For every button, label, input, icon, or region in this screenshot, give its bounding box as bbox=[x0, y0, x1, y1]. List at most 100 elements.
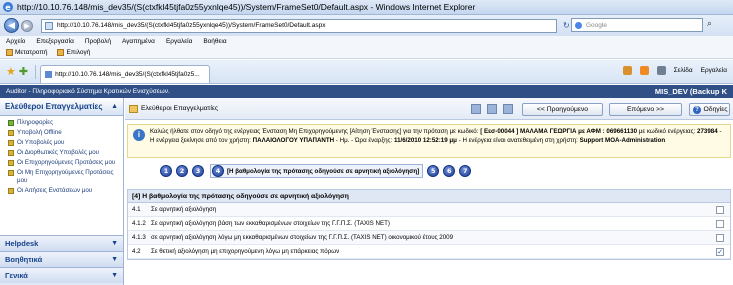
sidebar-item-not-funded[interactable]: Οι Μη Επιχορηγούμενες Προτάσεις μου bbox=[8, 169, 119, 184]
folder-icon bbox=[8, 150, 14, 156]
expand-icon: ▼ bbox=[111, 272, 118, 279]
sidebar-panel-title: Ελεύθεροι Επαγγελματίες bbox=[5, 102, 103, 111]
step-2[interactable]: 2 bbox=[176, 165, 188, 177]
window-titlebar: e http://10.10.76.148/mis_dev35/(S(ctxfk… bbox=[0, 0, 733, 15]
step-4: 4 bbox=[212, 165, 224, 177]
select-icon bbox=[57, 49, 65, 56]
previous-button[interactable]: << Προηγούμενο bbox=[522, 103, 603, 116]
tab-separator bbox=[35, 64, 37, 79]
search-icon[interactable]: ⌕ bbox=[707, 19, 719, 31]
table-row: 4.1.2 Σε αρνητική αξιολόγηση βάση των εκ… bbox=[128, 217, 730, 231]
folder-icon bbox=[8, 187, 14, 194]
internet-explorer-icon: e bbox=[3, 2, 13, 12]
menu-edit[interactable]: Επεξεργασία bbox=[36, 38, 73, 45]
row-text: Σε αρνητική αξιολόγηση bbox=[151, 206, 217, 213]
links-bar: Μετατροπή Επιλογή bbox=[0, 47, 733, 59]
convert-button[interactable]: Μετατροπή bbox=[6, 49, 47, 56]
browser-tab[interactable]: http://10.10.76.148/mis_dev35/(S(ctxfkl4… bbox=[40, 64, 211, 83]
tab-favicon-icon bbox=[45, 70, 53, 78]
forward-button[interactable]: ▶ bbox=[21, 19, 33, 32]
start-date: 11/6/2010 12:52:19 μμ bbox=[393, 136, 457, 144]
url-field[interactable]: http://10.10.76.148/mis_dev35/(S(ctxfkl4… bbox=[41, 18, 557, 33]
expand-icon: ▼ bbox=[111, 256, 118, 263]
step-6[interactable]: 6 bbox=[443, 165, 456, 177]
feeds-icon[interactable] bbox=[639, 66, 649, 75]
row-number: 4.1.3 bbox=[132, 234, 146, 241]
row-text: σε αρνητική αξιολόγηση λόγω μη εκκαθαρισ… bbox=[151, 234, 454, 241]
folder-icon bbox=[8, 130, 14, 136]
sidebar-panel-header[interactable]: Ελεύθεροι Επαγγελματίες ▲ bbox=[0, 98, 123, 116]
row-checkbox[interactable] bbox=[716, 220, 724, 228]
active-step-label: [Η βαθμολογία της πρότασης οδηγούσε σε α… bbox=[227, 167, 420, 175]
app-title: Auditor - Πληροφοριακό Σύστημα Κρατικών … bbox=[6, 88, 170, 95]
row-checkbox[interactable]: ✓ bbox=[716, 248, 724, 256]
active-step[interactable]: 4 [Η βαθμολογία της πρότασης οδηγούσε σε… bbox=[210, 164, 424, 178]
sidebar-item-submissions[interactable]: Οι Υποβολές μου bbox=[8, 139, 119, 147]
app-header: Auditor - Πληροφοριακό Σύστημα Κρατικών … bbox=[0, 85, 733, 98]
sidebar-menu: Πληροφορίες Υποβολή Offline Οι Υποβολές … bbox=[0, 116, 123, 235]
row-text: Σε θετική αξιολόγηση μη επιχορηγούμενη λ… bbox=[151, 248, 340, 255]
page-title: Ελεύθεροι Επαγγελματίες bbox=[141, 105, 219, 112]
sidebar-item-objections[interactable]: Οι Αιτήσεις Ενστάσεων μου bbox=[8, 187, 119, 195]
question-table: [4] Η βαθμολογία της πρότασης οδηγούσε σ… bbox=[127, 189, 731, 260]
url-text: http://10.10.76.148/mis_dev35/(S(ctxfkl4… bbox=[57, 22, 326, 29]
tools-menu[interactable]: Εργαλεία bbox=[701, 67, 727, 74]
row-number: 4.2 bbox=[132, 248, 141, 255]
sidebar-section-helpdesk[interactable]: Helpdesk ▼ bbox=[0, 235, 123, 251]
row-checkbox[interactable] bbox=[716, 206, 724, 214]
print-icon[interactable] bbox=[656, 66, 666, 75]
row-number: 4.1 bbox=[132, 206, 141, 213]
menu-favorites[interactable]: Αγαπημένα bbox=[122, 38, 155, 45]
sidebar-item-funded[interactable]: Οι Επιχορηγούμενες Προτάσεις μου bbox=[8, 159, 119, 167]
address-bar: ◀ ▶ http://10.10.76.148/mis_dev35/(S(ctx… bbox=[0, 15, 733, 36]
window-icon[interactable] bbox=[503, 104, 513, 114]
folder-icon bbox=[8, 140, 14, 146]
menu-file[interactable]: Αρχείο bbox=[6, 38, 25, 45]
row-checkbox[interactable] bbox=[716, 234, 724, 242]
step-1[interactable]: 1 bbox=[160, 165, 172, 177]
select-button[interactable]: Επιλογή bbox=[57, 49, 90, 56]
menu-tools[interactable]: Εργαλεία bbox=[166, 38, 192, 45]
next-button[interactable]: Επόμενο >> bbox=[609, 103, 682, 116]
wizard-info: i Καλώς ήλθατε στον οδηγό της ενέργειας … bbox=[127, 124, 731, 158]
instructions-button[interactable]: Οδηγίες bbox=[689, 103, 730, 116]
convert-icon bbox=[6, 49, 13, 56]
question-header: [4] Η βαθμολογία της πρότασης οδηγούσε σ… bbox=[128, 190, 730, 203]
grid-icon[interactable] bbox=[487, 104, 497, 114]
proposal-code: [ Εεσ-00044 ] ΜΑΛΑΜΑ ΓΕΩΡΓΙΑ με ΑΦΜ : 06… bbox=[480, 128, 638, 135]
step-7[interactable]: 7 bbox=[459, 165, 472, 177]
action-code: 273984 bbox=[697, 128, 718, 135]
home-icon[interactable] bbox=[622, 66, 632, 75]
add-favorite-icon[interactable]: ✚ bbox=[19, 65, 28, 78]
sidebar-section-auxiliary[interactable]: Βοηθητικά ▼ bbox=[0, 251, 123, 267]
back-button[interactable]: ◀ bbox=[4, 18, 19, 33]
info-icon bbox=[8, 120, 14, 126]
menu-view[interactable]: Προβολή bbox=[85, 38, 111, 45]
window-title: http://10.10.76.148/mis_dev35/(S(ctxfkl4… bbox=[17, 2, 476, 12]
sidebar: Ελεύθεροι Επαγγελματίες ▲ Πληροφορίες Υπ… bbox=[0, 98, 124, 285]
search-input[interactable]: Google bbox=[571, 18, 703, 32]
row-number: 4.1.2 bbox=[132, 220, 146, 227]
page-icon bbox=[45, 21, 53, 30]
favorites-star-icon[interactable]: ★ bbox=[6, 65, 16, 78]
collapse-icon[interactable]: ▲ bbox=[111, 103, 118, 110]
menu-help[interactable]: Βοήθεια bbox=[203, 38, 226, 45]
sidebar-section-general[interactable]: Γενικά ▼ bbox=[0, 267, 123, 283]
edit-icon[interactable] bbox=[471, 104, 481, 114]
tab-title: http://10.10.76.148/mis_dev35/(S(ctxfkl4… bbox=[55, 70, 200, 78]
table-row: 4.2 Σε θετική αξιολόγηση μη επιχορηγούμε… bbox=[128, 245, 730, 259]
step-5[interactable]: 5 bbox=[427, 165, 440, 177]
folder-icon bbox=[8, 160, 14, 166]
main-content: Ελεύθεροι Επαγγελματίες << Προηγούμενο Ε… bbox=[125, 98, 733, 285]
wizard-steps: 1 2 3 4 [Η βαθμολογία της πρότασης οδηγο… bbox=[127, 162, 731, 180]
page-menu[interactable]: Σελίδα bbox=[674, 67, 693, 74]
sidebar-item-offline[interactable]: Υποβολή Offline bbox=[8, 129, 119, 137]
sidebar-item-info[interactable]: Πληροφορίες bbox=[8, 119, 119, 127]
refresh-icon[interactable]: ↻ bbox=[563, 21, 570, 30]
command-bar: Σελίδα Εργαλεία bbox=[622, 66, 727, 75]
sidebar-item-corrective[interactable]: Οι Διορθωτικές Υποβολές μου bbox=[8, 149, 119, 157]
step-3[interactable]: 3 bbox=[192, 165, 204, 177]
folder-icon bbox=[8, 170, 14, 176]
row-text: Σε αρνητική αξιολόγηση βάση των εκκαθαρι… bbox=[151, 220, 390, 227]
folder-icon bbox=[129, 104, 138, 113]
